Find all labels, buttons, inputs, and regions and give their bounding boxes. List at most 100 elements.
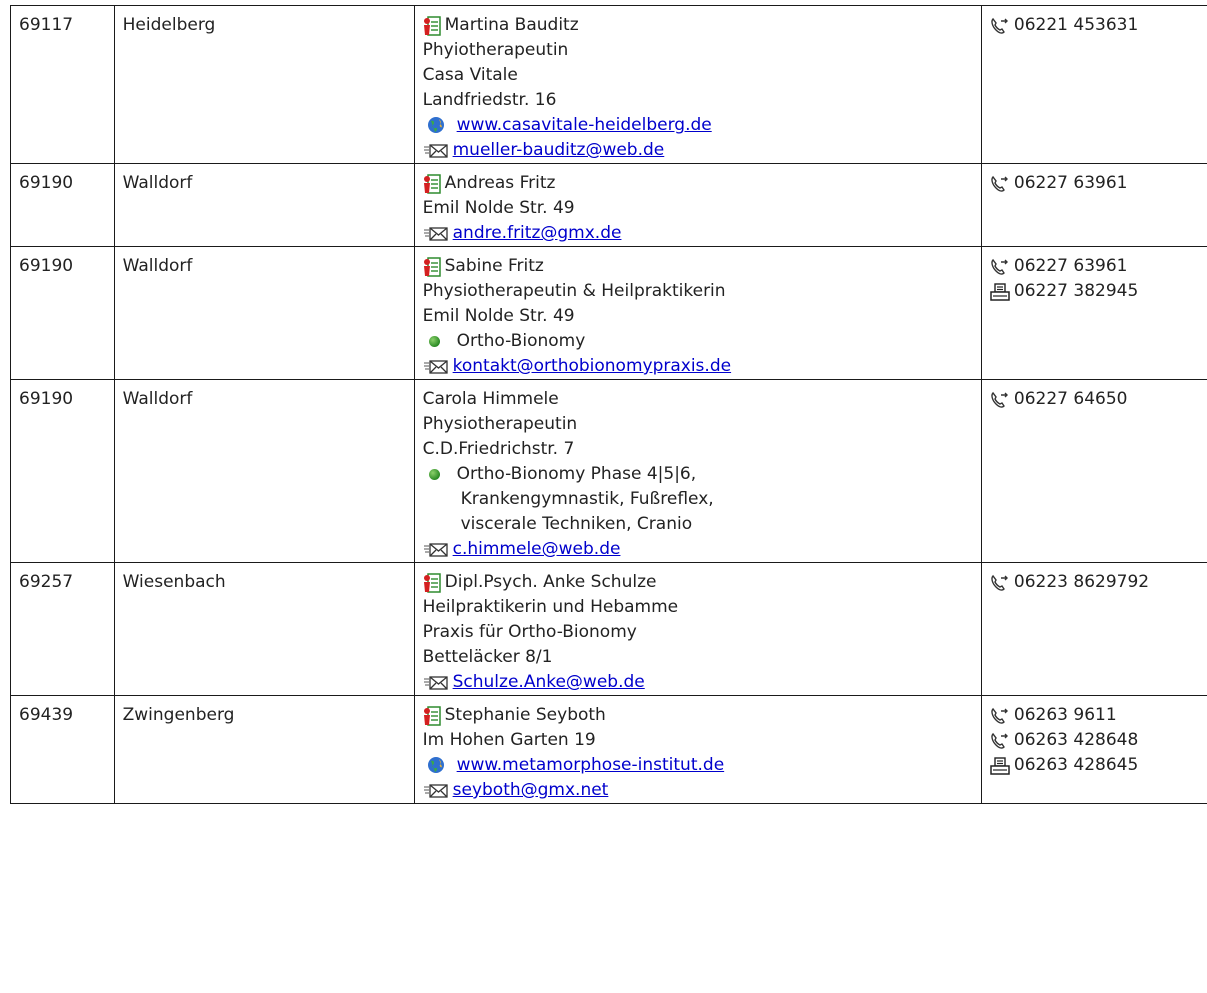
- website-link[interactable]: www.metamorphose-institut.de: [457, 755, 725, 775]
- phone-number: 06221 453631: [1013, 15, 1139, 35]
- phone-cell: 06227 63961 06227 382945: [980, 246, 1207, 380]
- vcard-icon[interactable]: [423, 572, 441, 593]
- phone-cell: 06227 64650: [980, 379, 1207, 563]
- email-link[interactable]: c.himmele@web.de: [453, 539, 621, 559]
- therapist-name: Sabine Fritz: [444, 256, 544, 276]
- vcard-icon[interactable]: [423, 256, 441, 277]
- directory-body: 69117 Heidelberg Martina Bauditz Phyiothera…: [10, 5, 1207, 804]
- phone-number: 06263 428648: [1013, 730, 1139, 750]
- phone-icon: [990, 257, 1010, 277]
- address-line: Phyiotherapeutin: [422, 40, 569, 60]
- contact-info-cell: Dipl.Psych. Anke Schulze Heilpraktikerin …: [413, 562, 982, 696]
- fax-line: 06227 382945: [990, 279, 1202, 304]
- phone-line: 06227 63961: [990, 254, 1202, 279]
- fax-icon: [990, 282, 1010, 302]
- phone-line: 06263 9611: [990, 703, 1202, 728]
- fax-line: 06263 428645: [990, 753, 1202, 778]
- globe-icon: [423, 115, 449, 135]
- table-row: 69439 Zwingenberg Stephanie Seyboth Im Hohe…: [10, 695, 1207, 804]
- contact-info-cell: Carola Himmele Physiotherapeutin C.D.Fried…: [413, 379, 982, 563]
- phone-line: 06227 63961: [990, 171, 1202, 196]
- therapist-name-line: Sabine Fritz: [423, 254, 973, 279]
- postal-code-cell: 69190: [10, 163, 115, 247]
- email-link[interactable]: mueller-bauditz@web.de: [453, 140, 665, 160]
- phone-number: 06227 63961: [1013, 173, 1128, 193]
- phone-icon: [990, 174, 1010, 194]
- specialty-text: Ortho-Bionomy Phase 4|5|6,: [456, 464, 697, 484]
- phone-cell: 06223 8629792: [980, 562, 1207, 696]
- email-link[interactable]: seyboth@gmx.net: [453, 780, 609, 800]
- phone-icon: [990, 706, 1010, 726]
- table-row: 69117 Heidelberg Martina Bauditz Phyiothera…: [10, 5, 1207, 164]
- city-cell: Walldorf: [113, 379, 415, 563]
- specialty-text: Ortho-Bionomy: [456, 331, 586, 351]
- address-line: Betteläcker 8/1: [422, 647, 553, 667]
- specialty-line: Ortho-Bionomy Phase 4|5|6,: [423, 462, 973, 487]
- fax-number: 06263 428645: [1013, 755, 1139, 775]
- address-line: Emil Nolde Str. 49: [422, 198, 575, 218]
- city-cell: Heidelberg: [113, 5, 415, 164]
- envelope-icon: [423, 672, 449, 692]
- envelope-icon: [423, 223, 449, 243]
- phone-number: 06263 9611: [1013, 705, 1117, 725]
- email-link[interactable]: Schulze.Anke@web.de: [453, 672, 645, 692]
- therapist-name: Martina Bauditz: [444, 15, 579, 35]
- address-line: Praxis für Ortho-Bionomy: [422, 622, 637, 642]
- vcard-icon[interactable]: [423, 705, 441, 726]
- phone-icon: [990, 390, 1010, 410]
- phone-line: 06263 428648: [990, 728, 1202, 753]
- address-line: Landfriedstr. 16: [422, 90, 557, 110]
- therapist-name-line: Carola Himmele: [423, 387, 973, 412]
- green-dot-icon: [428, 468, 440, 480]
- specialty-text: viscerale Techniken, Cranio: [460, 514, 693, 534]
- address-line: Physiotherapeutin: [422, 414, 578, 434]
- envelope-icon: [423, 356, 449, 376]
- address-line: Physiotherapeutin & Heilpraktikerin: [422, 281, 726, 301]
- specialty-line: Ortho-Bionomy: [423, 329, 973, 354]
- therapist-name-line: Dipl.Psych. Anke Schulze: [423, 570, 973, 595]
- therapist-name: Carola Himmele: [422, 389, 559, 409]
- postal-code-cell: 69117: [10, 5, 115, 164]
- therapist-name-line: Stephanie Seyboth: [423, 703, 973, 728]
- email-link[interactable]: andre.fritz@gmx.de: [453, 223, 622, 243]
- city-cell: Walldorf: [113, 163, 415, 247]
- city-cell: Walldorf: [113, 246, 415, 380]
- vcard-icon[interactable]: [423, 173, 441, 194]
- phone-number: 06227 64650: [1013, 389, 1128, 409]
- specialty-text: Krankengymnastik, Fußreflex,: [460, 489, 714, 509]
- specialty-line: viscerale Techniken, Cranio: [423, 512, 973, 537]
- table-row: 69190 Walldorf Andreas Fritz Emil Nolde Str…: [10, 163, 1207, 247]
- green-dot-icon: [428, 335, 440, 347]
- fax-icon: [990, 756, 1010, 776]
- postal-code-cell: 69190: [10, 379, 115, 563]
- phone-line: 06221 453631: [990, 13, 1202, 38]
- phone-icon: [990, 573, 1010, 593]
- phone-cell: 06227 63961: [980, 163, 1207, 247]
- table-row: 69257 Wiesenbach Dipl.Psych. Anke Schulze H…: [10, 562, 1207, 696]
- email-link[interactable]: kontakt@orthobionomypraxis.de: [453, 356, 731, 376]
- directory-table: 69117 Heidelberg Martina Bauditz Phyiothera…: [10, 5, 1207, 804]
- therapist-name: Stephanie Seyboth: [444, 705, 606, 725]
- website-link[interactable]: www.casavitale-heidelberg.de: [457, 115, 712, 135]
- website-line: www.metamorphose-institut.de: [423, 753, 973, 778]
- vcard-icon[interactable]: [423, 15, 441, 36]
- website-line: www.casavitale-heidelberg.de: [423, 113, 973, 138]
- address-line: Heilpraktikerin und Hebamme: [422, 597, 679, 617]
- email-line: kontakt@orthobionomypraxis.de: [423, 354, 973, 379]
- address-line: Im Hohen Garten 19: [422, 730, 596, 750]
- phone-cell: 06221 453631: [980, 5, 1207, 164]
- envelope-icon: [423, 539, 449, 559]
- table-row: 69190 Walldorf Sabine Fritz Physiotherapeut…: [10, 246, 1207, 380]
- city-cell: Zwingenberg: [113, 695, 415, 804]
- phone-line: 06223 8629792: [990, 570, 1202, 595]
- phone-icon: [990, 731, 1010, 751]
- envelope-icon: [423, 140, 449, 160]
- envelope-icon: [423, 780, 449, 800]
- table-row: 69190 Walldorf Carola Himmele Physiotherape…: [10, 379, 1207, 563]
- email-line: andre.fritz@gmx.de: [423, 221, 973, 246]
- contact-info-cell: Andreas Fritz Emil Nolde Str. 49 andre.fri…: [413, 163, 982, 247]
- globe-icon: [423, 755, 449, 775]
- phone-icon: [990, 16, 1010, 36]
- postal-code-cell: 69190: [10, 246, 115, 380]
- postal-code-cell: 69439: [10, 695, 115, 804]
